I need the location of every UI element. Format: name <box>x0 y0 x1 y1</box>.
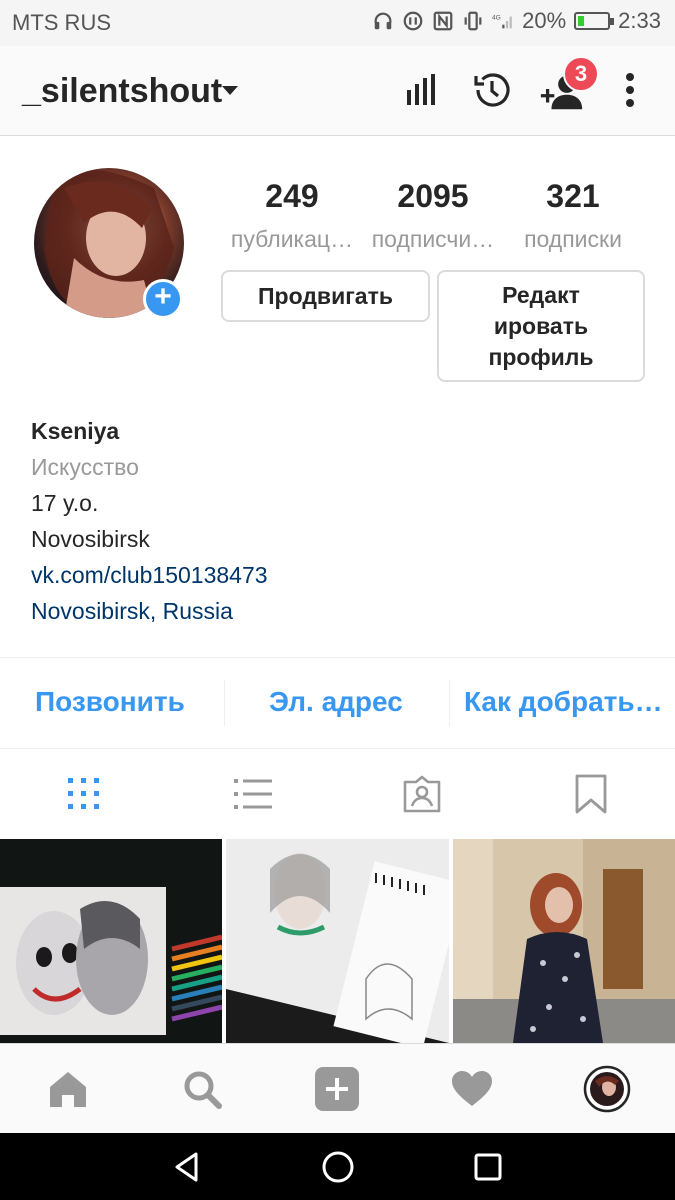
bio-line: 17 y.o. <box>31 490 99 516</box>
headphones-icon <box>374 12 392 30</box>
tab-grid[interactable] <box>63 773 105 815</box>
profile-name: Kseniya <box>31 418 120 444</box>
archive-button[interactable] <box>468 66 516 114</box>
post-image <box>226 839 449 1043</box>
profile-category: Искусство <box>31 454 139 480</box>
archive-history-icon <box>474 73 510 107</box>
nav-activity[interactable] <box>447 1064 497 1114</box>
bottom-navigation <box>0 1043 675 1133</box>
promote-button[interactable]: Продвигать <box>221 270 430 322</box>
directions-button[interactable]: Как добрать… <box>464 686 663 718</box>
data-saver-icon <box>403 11 423 31</box>
system-navigation-bar <box>0 1133 675 1200</box>
website-link[interactable]: vk.com/club150138473 <box>31 562 268 589</box>
edit-profile-label-line2: ировать <box>493 312 589 339</box>
post-image <box>453 839 675 1043</box>
followers-count[interactable]: 2095 <box>363 178 503 215</box>
followers-label[interactable]: подписчи… <box>363 226 503 253</box>
email-button[interactable]: Эл. адрес <box>269 686 403 718</box>
tab-list[interactable] <box>232 773 274 815</box>
post-image <box>0 839 222 1043</box>
call-button[interactable]: Позвонить <box>35 686 185 718</box>
divider <box>224 680 225 726</box>
nav-search[interactable] <box>177 1064 227 1114</box>
bio-line: Novosibirsk <box>31 526 150 552</box>
following-count[interactable]: 321 <box>503 178 643 215</box>
tab-saved[interactable] <box>570 773 612 815</box>
profile-icon <box>583 1065 631 1113</box>
status-icons: 4G 20% 2:33 <box>372 8 661 34</box>
battery-percent: 20% <box>522 8 567 33</box>
add-story-button[interactable]: + <box>143 279 183 319</box>
system-home-button[interactable] <box>318 1147 358 1187</box>
insights-button[interactable] <box>398 66 446 114</box>
search-icon <box>184 1071 222 1109</box>
divider <box>449 680 450 726</box>
carrier-name: MTS RUS <box>12 10 111 35</box>
activity-icon <box>452 1071 492 1106</box>
edit-profile-label-line3: профиль <box>488 343 594 370</box>
nav-home[interactable] <box>43 1064 93 1114</box>
home-circle-icon <box>322 1151 354 1183</box>
edit-profile-button[interactable]: Редакт ировать профиль <box>437 270 645 382</box>
list-view-icon <box>234 779 272 809</box>
battery-icon <box>574 12 615 30</box>
nav-new-post[interactable] <box>312 1064 362 1114</box>
location-link[interactable]: Novosibirsk, Russia <box>31 598 233 625</box>
grid-view-icon <box>68 778 99 809</box>
vibrate-icon <box>464 11 482 31</box>
following-label[interactable]: подписки <box>503 226 643 253</box>
saved-icon <box>575 774 607 814</box>
home-icon <box>50 1072 86 1107</box>
tagged-icon <box>403 775 441 813</box>
post-thumbnail[interactable] <box>453 839 675 1043</box>
post-thumbnail[interactable] <box>226 839 449 1043</box>
notification-badge: 3 <box>563 56 599 92</box>
contact-actions: Позвонить Эл. адрес Как добрать… <box>0 657 675 749</box>
network-type: 4G <box>492 15 501 22</box>
profile-view-tabs <box>0 749 675 839</box>
clock: 2:33 <box>618 8 661 33</box>
nav-profile[interactable] <box>582 1064 632 1114</box>
more-options-icon <box>626 73 634 107</box>
chevron-down-icon[interactable] <box>222 86 238 95</box>
recents-icon <box>474 1153 502 1181</box>
status-bar: MTS RUS 4G 20% 2:33 <box>0 0 675 46</box>
app-header: _silentshout 3 <box>0 46 675 136</box>
signal-icon: 4G <box>492 15 512 29</box>
posts-label[interactable]: публикац… <box>222 226 362 253</box>
post-thumbnail[interactable] <box>0 839 222 1043</box>
battery-fill <box>578 16 585 26</box>
username-switcher[interactable]: _silentshout <box>22 72 222 111</box>
more-options-button[interactable] <box>606 66 654 114</box>
new-post-icon <box>315 1067 359 1111</box>
insights-icon <box>407 74 435 105</box>
posts-count[interactable]: 249 <box>222 178 362 215</box>
edit-profile-label-line1: Редакт <box>502 281 580 308</box>
back-icon <box>175 1152 198 1182</box>
tab-tagged[interactable] <box>401 773 443 815</box>
system-back-button[interactable] <box>168 1147 208 1187</box>
nfc-icon <box>433 11 453 31</box>
system-recents-button[interactable] <box>468 1147 508 1187</box>
